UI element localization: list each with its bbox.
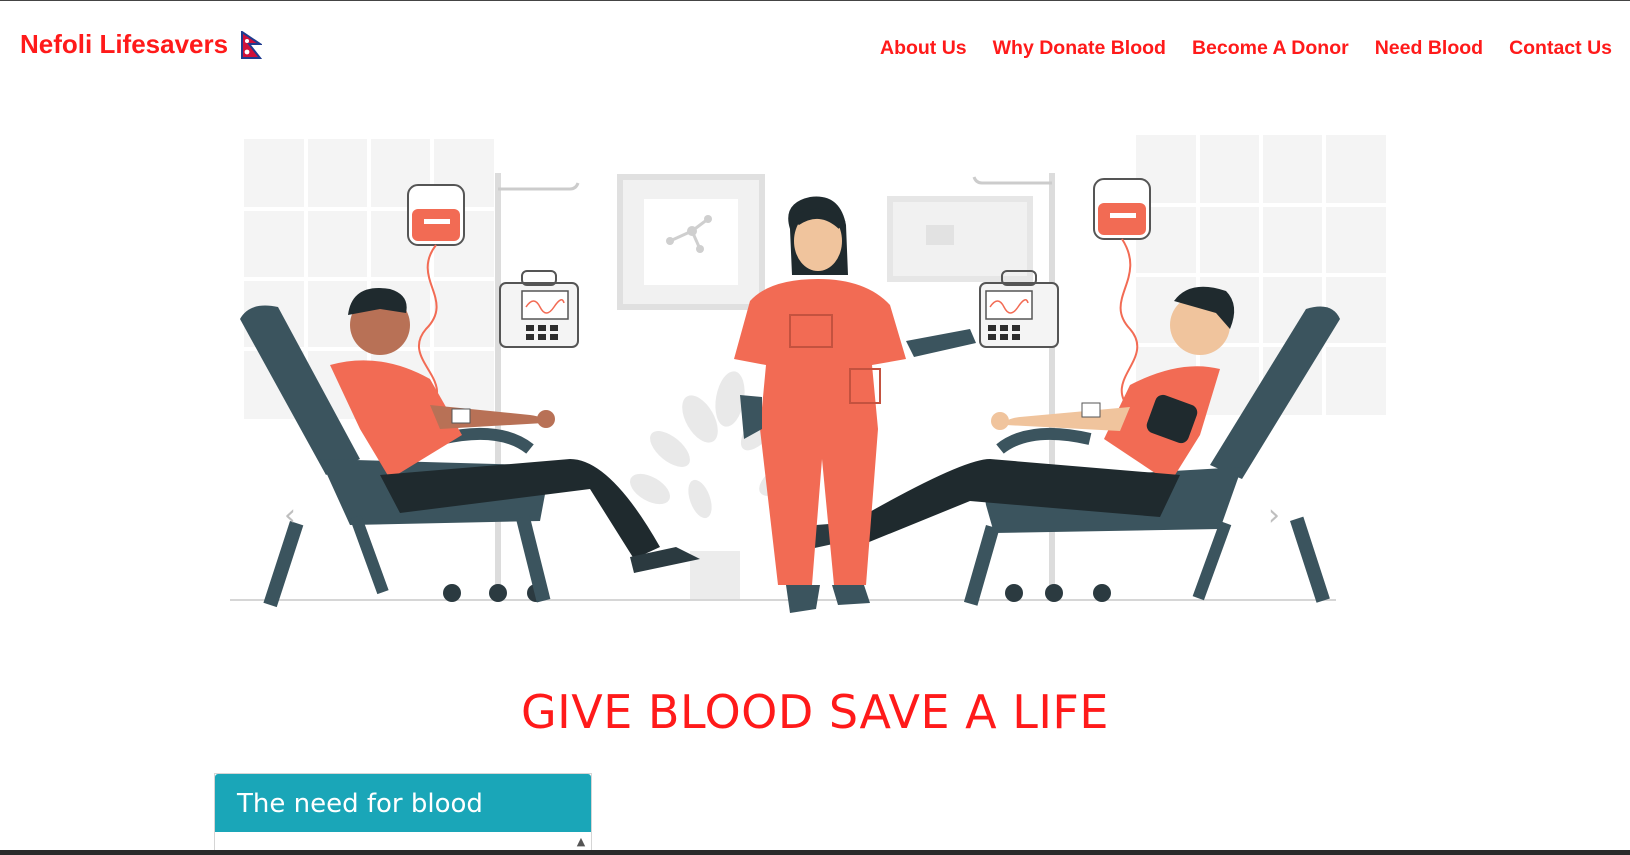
- need-card-title: The need for blood: [215, 774, 591, 832]
- brand-link[interactable]: Nefoli Lifesavers: [20, 29, 263, 60]
- nav-contact-us[interactable]: Contact Us: [1509, 37, 1612, 60]
- chevron-right-icon[interactable]: ›: [1254, 495, 1294, 535]
- nav-need-blood[interactable]: Need Blood: [1375, 37, 1483, 60]
- nav-about-us[interactable]: About Us: [880, 37, 967, 60]
- nav-why-donate-blood[interactable]: Why Donate Blood: [993, 37, 1166, 60]
- scroll-up-icon[interactable]: ▲: [575, 836, 587, 848]
- nav-become-a-donor[interactable]: Become A Donor: [1192, 37, 1349, 60]
- brand-name: Nefoli Lifesavers: [20, 29, 229, 59]
- hero-tagline: GIVE BLOOD SAVE A LIFE: [521, 685, 1109, 739]
- hero-carousel: ‹ ›: [230, 129, 1400, 649]
- nepal-flag-icon: [240, 30, 263, 59]
- browser-viewport: Nefoli Lifesavers About Us Why Donate Bl…: [0, 0, 1630, 850]
- chevron-left-icon[interactable]: ‹: [270, 495, 310, 535]
- need-for-blood-card: The need for blood ▲: [214, 773, 592, 850]
- blood-donation-illustration: [230, 135, 1386, 613]
- nav-links: About Us Why Donate Blood Become A Donor…: [880, 37, 1612, 60]
- top-navigation: Nefoli Lifesavers About Us Why Donate Bl…: [0, 1, 1630, 97]
